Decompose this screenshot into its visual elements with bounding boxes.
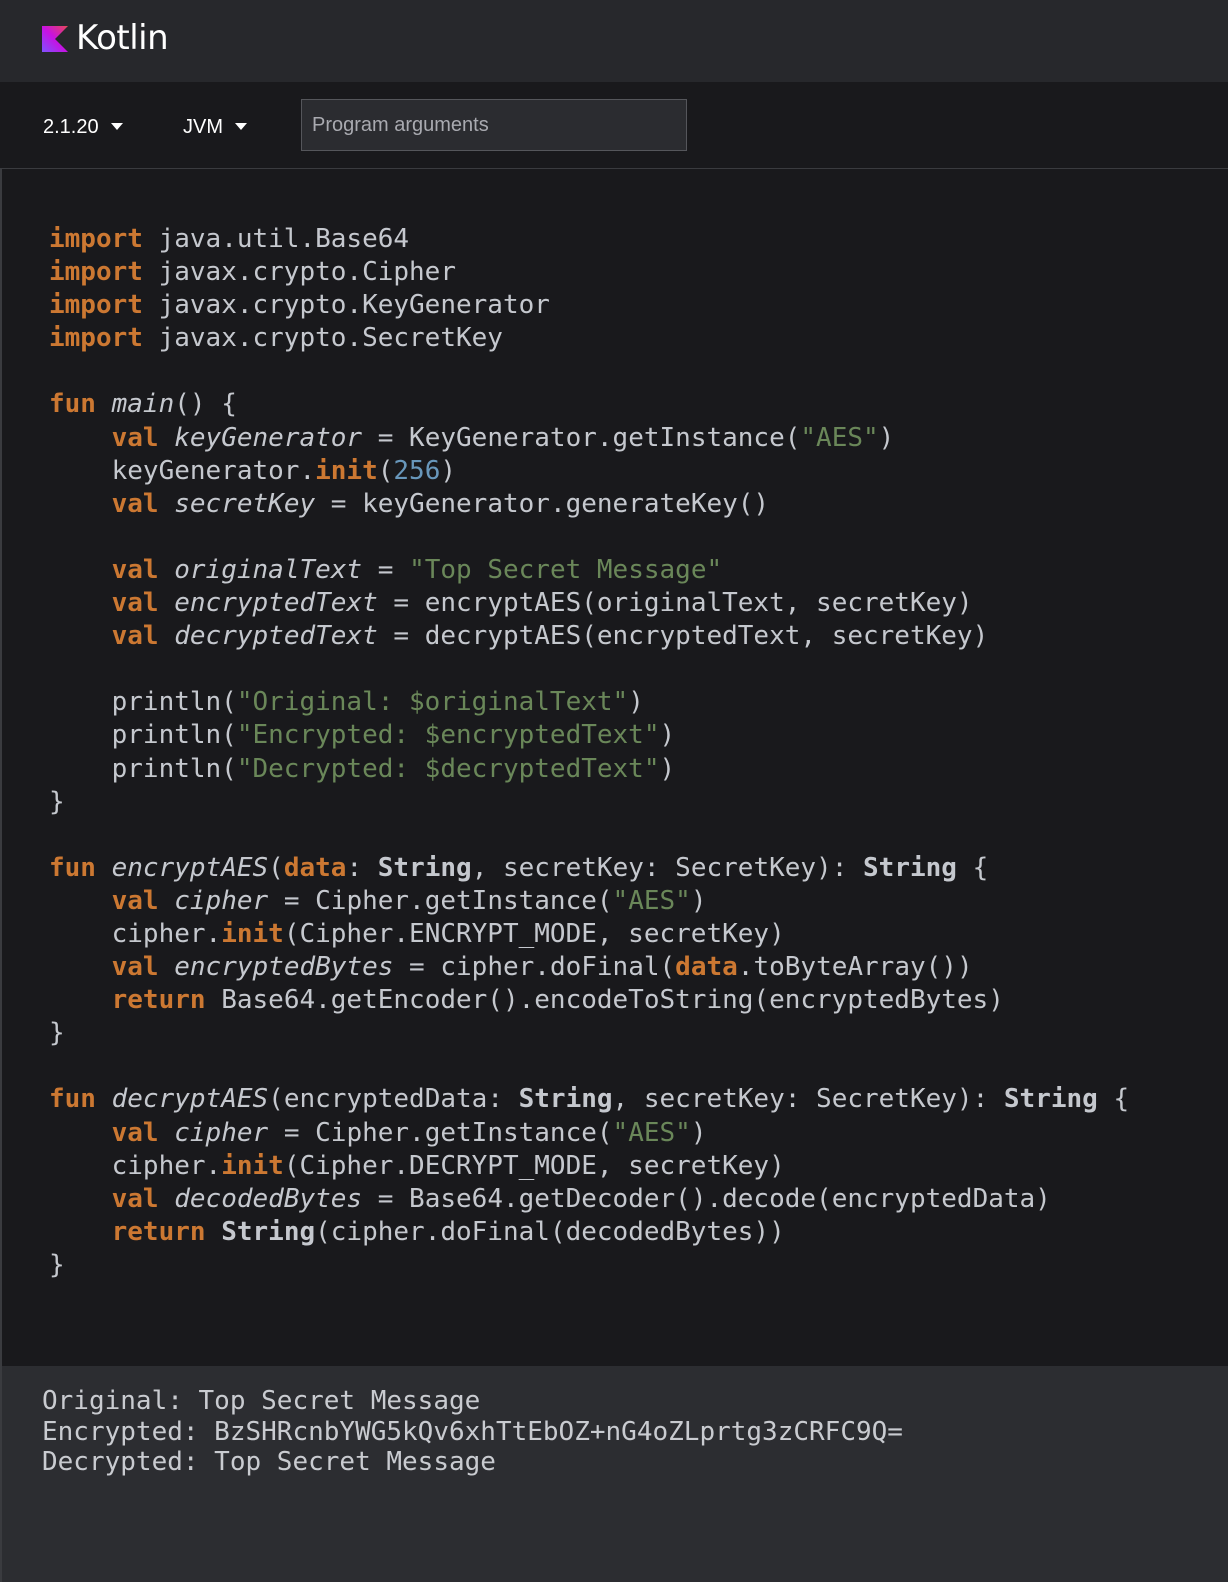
output-line: Original: Top Secret Message — [42, 1386, 481, 1416]
chevron-down-icon — [235, 123, 247, 130]
brand-name: Kotlin — [76, 18, 169, 58]
code-line: println("Encrypted: $encryptedText") — [49, 720, 676, 751]
code-line: val keyGenerator = KeyGenerator.getInsta… — [111, 422, 895, 453]
code-line: import javax.crypto.Cipher — [49, 257, 456, 288]
code-line: import java.util.Base64 — [49, 224, 410, 254]
code-line: fun encryptAES(data: String, secretKey: … — [49, 852, 989, 883]
version-dropdown[interactable]: 2.1.20 — [43, 112, 123, 142]
code-line: val secretKey = keyGenerator.generateKey… — [111, 488, 770, 519]
output-line: Encrypted: BzSHRcnbYWG5kQv6xhTtEbOZ+nG4o… — [42, 1416, 903, 1447]
code-content[interactable]: import java.util.Base64 import javax.cry… — [49, 223, 1129, 1282]
platform-dropdown[interactable]: JVM — [183, 112, 247, 142]
code-line: val decodedBytes = Base64.getDecoder().d… — [111, 1183, 1051, 1214]
code-line: println("Decrypted: $decryptedText") — [49, 753, 676, 784]
app-header: Kotlin — [0, 0, 1228, 82]
code-line: val decryptedText = decryptAES(encrypted… — [111, 621, 989, 652]
chevron-down-icon — [110, 123, 123, 130]
output-text: Original: Top Secret Message Encrypted: … — [42, 1386, 903, 1478]
code-line: val originalText = "Top Secret Message" — [111, 554, 723, 585]
code-line: } — [49, 1249, 65, 1280]
code-line: val encryptedBytes = cipher.doFinal(data… — [111, 952, 973, 983]
code-line: fun main() { — [49, 389, 237, 420]
output-line: Decrypted: Top Secret Message — [42, 1447, 496, 1477]
code-line: } — [49, 1018, 65, 1049]
code-line: fun decryptAES(encryptedData: String, se… — [49, 1084, 1130, 1115]
code-line: return Base64.getEncoder().encodeToStrin… — [111, 985, 1004, 1016]
code-line: val cipher = Cipher.getInstance("AES") — [111, 1117, 707, 1148]
code-line: val encryptedText = encryptAES(originalT… — [111, 588, 973, 619]
output-panel: Original: Top Secret Message Encrypted: … — [2, 1366, 1228, 1582]
code-line: import javax.crypto.KeyGenerator — [49, 290, 550, 321]
program-arguments-input[interactable] — [301, 99, 687, 151]
code-line: import javax.crypto.SecretKey — [49, 323, 503, 354]
version-label: 2.1.20 — [43, 116, 99, 138]
code-line: println("Original: $originalText") — [49, 687, 644, 718]
code-line: return String(cipher.doFinal(decodedByte… — [111, 1216, 785, 1247]
code-line: val cipher = Cipher.getInstance("AES") — [111, 885, 707, 916]
code-line: cipher.init(Cipher.DECRYPT_MODE, secretK… — [49, 1150, 785, 1181]
kotlin-logo-icon — [42, 26, 68, 52]
platform-label: JVM — [183, 116, 223, 138]
code-line: cipher.init(Cipher.ENCRYPT_MODE, secretK… — [49, 918, 785, 949]
code-line: } — [49, 786, 65, 817]
code-line: keyGenerator.init(256) — [49, 455, 457, 486]
code-editor[interactable]: import java.util.Base64 import javax.cry… — [2, 169, 1228, 1366]
